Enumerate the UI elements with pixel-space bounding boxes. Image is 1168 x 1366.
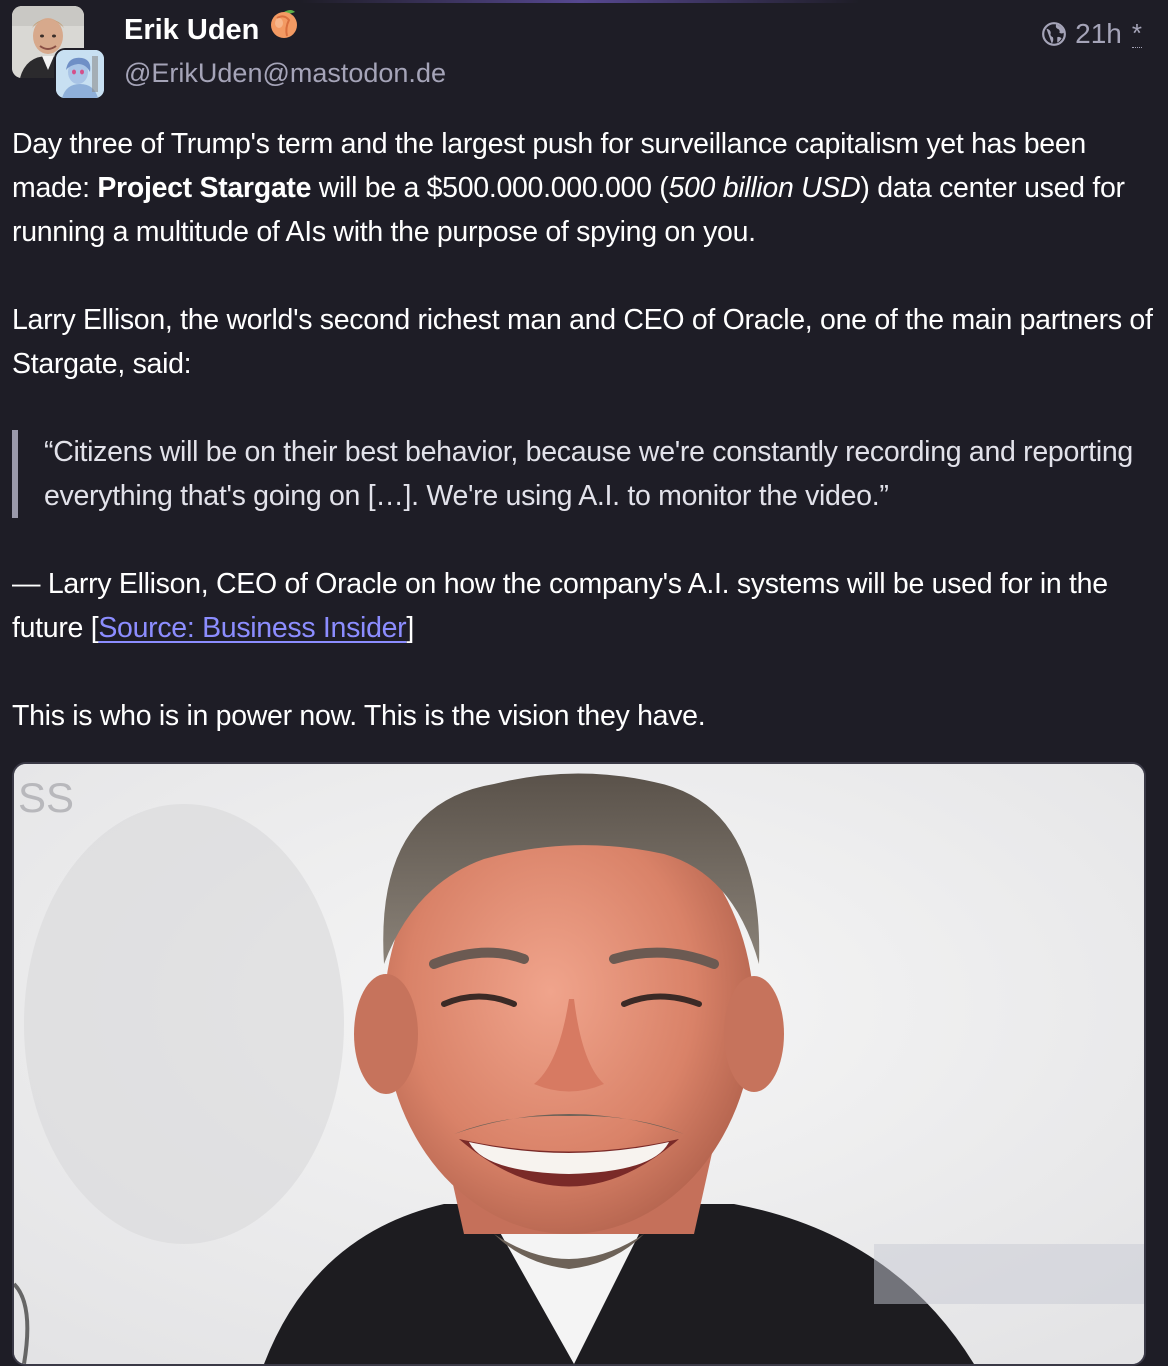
author-display-name[interactable]: Erik Uden [124,9,301,51]
intro-bold-text: Project Stargate [97,172,312,204]
display-name-text: Erik Uden [124,14,260,46]
paragraph-intro: Day three of Trump's term and the larges… [12,122,1154,254]
globe-icon [1042,22,1067,46]
corner-text: SS [18,774,74,821]
paragraph-attribution: — Larry Ellison, CEO of Oracle on how th… [12,562,1154,650]
attribution-close: ] [406,612,414,644]
status-post: Erik Uden @ErikUden@mastodon.de 21h * Day… [0,0,1168,1366]
paragraph-ellison: Larry Ellison, the world's second riches… [12,304,1153,380]
peach-emoji-icon [267,6,301,51]
intro-italic-text: 500 billion USD [668,172,861,204]
author-account[interactable]: @ErikUden@mastodon.de [124,54,446,92]
avatar-group[interactable] [12,6,104,98]
boost-avatar[interactable] [56,50,104,98]
quote-text: “Citizens will be on their best behavior… [44,436,1133,512]
status-meta[interactable]: 21h * [1041,14,1142,54]
source-link[interactable]: Source: Business Insider [98,612,406,644]
media-attachment[interactable]: SS [12,762,1146,1366]
paragraph-closing: This is who is in power now. This is the… [12,700,706,732]
edited-indicator[interactable]: * [1131,20,1142,48]
relative-time[interactable]: 21h [1075,18,1122,50]
photo-of-smiling-man-icon: SS [14,764,1144,1364]
quote-block: “Citizens will be on their best behavior… [12,430,1154,518]
sub-avatar-icon [56,50,104,98]
status-content: Day three of Trump's term and the larges… [12,122,1154,782]
intro-text-b: will be a $500.000.000.000 ( [311,172,669,204]
